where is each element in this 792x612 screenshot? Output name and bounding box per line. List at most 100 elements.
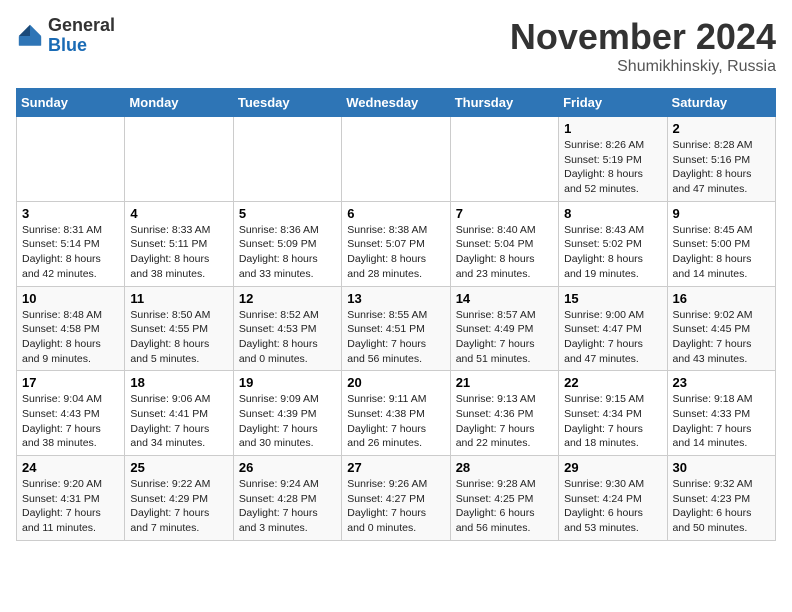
day-number: 20	[347, 375, 444, 390]
calendar-body: 1 Sunrise: 8:26 AM Sunset: 5:19 PM Daylig…	[17, 117, 776, 541]
calendar-cell: 14Sunrise: 8:57 AM Sunset: 4:49 PM Dayli…	[450, 286, 558, 371]
title-block: November 2024 Shumikhinskiy, Russia	[510, 16, 776, 76]
day-info: Sunrise: 8:45 AM Sunset: 5:00 PM Dayligh…	[673, 223, 770, 282]
calendar-cell: 5Sunrise: 8:36 AM Sunset: 5:09 PM Daylig…	[233, 201, 341, 286]
day-number: 12	[239, 291, 336, 306]
day-info: Sunrise: 9:20 AM Sunset: 4:31 PM Dayligh…	[22, 477, 119, 536]
day-info: Sunrise: 9:18 AM Sunset: 4:33 PM Dayligh…	[673, 392, 770, 451]
day-number: 17	[22, 375, 119, 390]
day-number: 5	[239, 206, 336, 221]
location-title: Shumikhinskiy, Russia	[510, 58, 776, 76]
calendar-cell: 22Sunrise: 9:15 AM Sunset: 4:34 PM Dayli…	[559, 371, 667, 456]
day-info: Sunrise: 9:32 AM Sunset: 4:23 PM Dayligh…	[673, 477, 770, 536]
day-info: Sunrise: 9:11 AM Sunset: 4:38 PM Dayligh…	[347, 392, 444, 451]
day-number: 25	[130, 460, 227, 475]
month-title: November 2024	[510, 16, 776, 58]
day-info: Sunrise: 8:26 AM Sunset: 5:19 PM Dayligh…	[564, 138, 661, 197]
day-number: 7	[456, 206, 553, 221]
day-number: 11	[130, 291, 227, 306]
calendar-cell: 9 Sunrise: 8:45 AM Sunset: 5:00 PM Daylig…	[667, 201, 775, 286]
calendar-cell: 1 Sunrise: 8:26 AM Sunset: 5:19 PM Daylig…	[559, 117, 667, 202]
calendar-week-row: 10Sunrise: 8:48 AM Sunset: 4:58 PM Dayli…	[17, 286, 776, 371]
calendar-week-row: 1 Sunrise: 8:26 AM Sunset: 5:19 PM Daylig…	[17, 117, 776, 202]
day-info: Sunrise: 9:22 AM Sunset: 4:29 PM Dayligh…	[130, 477, 227, 536]
calendar-cell: 21 Sunrise: 9:13 AM Sunset: 4:36 PM Dayli…	[450, 371, 558, 456]
weekday-header-saturday: Saturday	[667, 89, 775, 117]
day-info: Sunrise: 9:02 AM Sunset: 4:45 PM Dayligh…	[673, 308, 770, 367]
calendar-header: SundayMondayTuesdayWednesdayThursdayFrid…	[17, 89, 776, 117]
calendar-cell	[17, 117, 125, 202]
day-info: Sunrise: 9:04 AM Sunset: 4:43 PM Dayligh…	[22, 392, 119, 451]
calendar-table: SundayMondayTuesdayWednesdayThursdayFrid…	[16, 88, 776, 541]
calendar-cell: 11 Sunrise: 8:50 AM Sunset: 4:55 PM Dayli…	[125, 286, 233, 371]
calendar-cell: 18Sunrise: 9:06 AM Sunset: 4:41 PM Dayli…	[125, 371, 233, 456]
weekday-header-row: SundayMondayTuesdayWednesdayThursdayFrid…	[17, 89, 776, 117]
calendar-cell	[125, 117, 233, 202]
logo: General Blue	[16, 16, 115, 56]
weekday-header-thursday: Thursday	[450, 89, 558, 117]
calendar-cell: 24 Sunrise: 9:20 AM Sunset: 4:31 PM Dayli…	[17, 456, 125, 541]
day-number: 2	[673, 121, 770, 136]
calendar-cell: 3 Sunrise: 8:31 AM Sunset: 5:14 PM Daylig…	[17, 201, 125, 286]
day-number: 6	[347, 206, 444, 221]
day-info: Sunrise: 9:30 AM Sunset: 4:24 PM Dayligh…	[564, 477, 661, 536]
day-info: Sunrise: 9:06 AM Sunset: 4:41 PM Dayligh…	[130, 392, 227, 451]
calendar-cell: 8Sunrise: 8:43 AM Sunset: 5:02 PM Daylig…	[559, 201, 667, 286]
day-number: 15	[564, 291, 661, 306]
day-info: Sunrise: 9:28 AM Sunset: 4:25 PM Dayligh…	[456, 477, 553, 536]
day-number: 13	[347, 291, 444, 306]
calendar-cell: 30 Sunrise: 9:32 AM Sunset: 4:23 PM Dayli…	[667, 456, 775, 541]
day-number: 28	[456, 460, 553, 475]
calendar-cell: 16 Sunrise: 9:02 AM Sunset: 4:45 PM Dayli…	[667, 286, 775, 371]
day-number: 30	[673, 460, 770, 475]
day-number: 3	[22, 206, 119, 221]
day-number: 21	[456, 375, 553, 390]
calendar-week-row: 3 Sunrise: 8:31 AM Sunset: 5:14 PM Daylig…	[17, 201, 776, 286]
calendar-cell: 4 Sunrise: 8:33 AM Sunset: 5:11 PM Daylig…	[125, 201, 233, 286]
day-info: Sunrise: 8:31 AM Sunset: 5:14 PM Dayligh…	[22, 223, 119, 282]
day-number: 9	[673, 206, 770, 221]
day-number: 27	[347, 460, 444, 475]
calendar-cell	[450, 117, 558, 202]
calendar-week-row: 24 Sunrise: 9:20 AM Sunset: 4:31 PM Dayli…	[17, 456, 776, 541]
day-number: 29	[564, 460, 661, 475]
logo-text: General Blue	[48, 16, 115, 56]
calendar-cell	[342, 117, 450, 202]
calendar-cell: 17 Sunrise: 9:04 AM Sunset: 4:43 PM Dayli…	[17, 371, 125, 456]
calendar-cell: 28 Sunrise: 9:28 AM Sunset: 4:25 PM Dayli…	[450, 456, 558, 541]
day-number: 22	[564, 375, 661, 390]
calendar-cell: 6Sunrise: 8:38 AM Sunset: 5:07 PM Daylig…	[342, 201, 450, 286]
day-info: Sunrise: 8:52 AM Sunset: 4:53 PM Dayligh…	[239, 308, 336, 367]
calendar-cell: 26Sunrise: 9:24 AM Sunset: 4:28 PM Dayli…	[233, 456, 341, 541]
calendar-cell: 20 Sunrise: 9:11 AM Sunset: 4:38 PM Dayli…	[342, 371, 450, 456]
day-info: Sunrise: 9:00 AM Sunset: 4:47 PM Dayligh…	[564, 308, 661, 367]
day-info: Sunrise: 8:50 AM Sunset: 4:55 PM Dayligh…	[130, 308, 227, 367]
calendar-cell: 7 Sunrise: 8:40 AM Sunset: 5:04 PM Daylig…	[450, 201, 558, 286]
day-number: 4	[130, 206, 227, 221]
header: General Blue November 2024 Shumikhinskiy…	[16, 16, 776, 76]
calendar-cell: 23Sunrise: 9:18 AM Sunset: 4:33 PM Dayli…	[667, 371, 775, 456]
day-number: 24	[22, 460, 119, 475]
calendar-week-row: 17 Sunrise: 9:04 AM Sunset: 4:43 PM Dayli…	[17, 371, 776, 456]
weekday-header-monday: Monday	[125, 89, 233, 117]
calendar-cell: 15 Sunrise: 9:00 AM Sunset: 4:47 PM Dayli…	[559, 286, 667, 371]
day-info: Sunrise: 8:43 AM Sunset: 5:02 PM Dayligh…	[564, 223, 661, 282]
day-number: 19	[239, 375, 336, 390]
day-info: Sunrise: 8:33 AM Sunset: 5:11 PM Dayligh…	[130, 223, 227, 282]
day-info: Sunrise: 8:57 AM Sunset: 4:49 PM Dayligh…	[456, 308, 553, 367]
weekday-header-wednesday: Wednesday	[342, 89, 450, 117]
weekday-header-sunday: Sunday	[17, 89, 125, 117]
logo-blue-text: Blue	[48, 35, 87, 55]
day-number: 16	[673, 291, 770, 306]
day-info: Sunrise: 9:26 AM Sunset: 4:27 PM Dayligh…	[347, 477, 444, 536]
day-number: 10	[22, 291, 119, 306]
day-info: Sunrise: 8:28 AM Sunset: 5:16 PM Dayligh…	[673, 138, 770, 197]
day-info: Sunrise: 8:40 AM Sunset: 5:04 PM Dayligh…	[456, 223, 553, 282]
weekday-header-friday: Friday	[559, 89, 667, 117]
logo-general-text: General	[48, 15, 115, 35]
day-info: Sunrise: 9:09 AM Sunset: 4:39 PM Dayligh…	[239, 392, 336, 451]
logo-icon	[16, 22, 44, 50]
day-number: 1	[564, 121, 661, 136]
day-info: Sunrise: 8:55 AM Sunset: 4:51 PM Dayligh…	[347, 308, 444, 367]
day-info: Sunrise: 9:13 AM Sunset: 4:36 PM Dayligh…	[456, 392, 553, 451]
